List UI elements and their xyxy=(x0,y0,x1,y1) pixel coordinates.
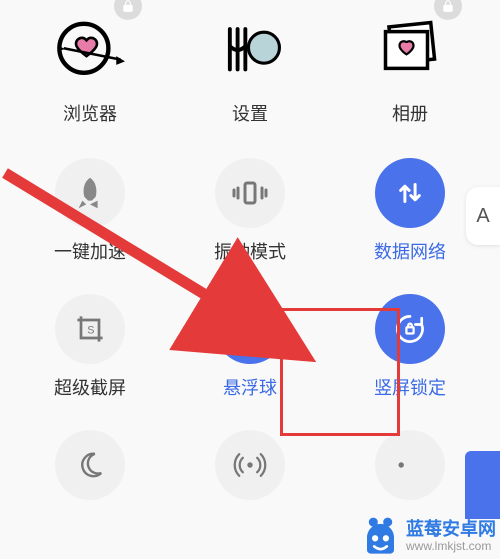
qs-boost[interactable]: 一键加速 xyxy=(15,158,165,264)
heart-arrow-icon xyxy=(55,19,125,81)
qs-hotspot[interactable] xyxy=(175,430,325,500)
lock-icon xyxy=(114,0,142,20)
qs-label: 悬浮球 xyxy=(223,374,277,400)
fork-plate-icon xyxy=(219,19,281,81)
qs-label: 数据网络 xyxy=(374,238,446,264)
watermark: 蓝莓安卓网 www.lmkjst.com xyxy=(358,514,496,559)
watermark-icon xyxy=(358,514,403,559)
qs-vibrate[interactable]: 振动模式 xyxy=(175,158,325,264)
qs-more[interactable] xyxy=(335,430,485,500)
qs-floatball[interactable]: 悬浮球 xyxy=(175,294,325,400)
qs-screenshot[interactable]: S 超级截屏 xyxy=(15,294,165,400)
app-browser[interactable]: 浏览器 xyxy=(15,10,165,126)
rocket-icon xyxy=(55,158,125,228)
crop-icon: S xyxy=(55,294,125,364)
app-label: 设置 xyxy=(232,100,268,126)
vibrate-icon xyxy=(215,158,285,228)
target-icon xyxy=(215,294,285,364)
qs-label: 一键加速 xyxy=(54,238,126,264)
lock-icon xyxy=(434,0,462,20)
app-label: 浏览器 xyxy=(63,100,117,126)
side-panel-tab[interactable] xyxy=(465,451,500,519)
app-settings[interactable]: 设置 xyxy=(175,10,325,126)
qs-label: 超级截屏 xyxy=(54,374,126,400)
qs-label: 竖屏锁定 xyxy=(374,374,446,400)
qs-rotation-lock[interactable]: 竖屏锁定 xyxy=(335,294,485,400)
qs-data[interactable]: 数据网络 xyxy=(335,158,485,264)
quick-settings-grid: 一键加速 振动模式 数据网络 S 超级截屏 悬浮球 竖屏锁定 xyxy=(0,148,500,500)
app-gallery[interactable]: 相册 xyxy=(335,10,485,126)
moon-icon xyxy=(55,430,125,500)
watermark-url: www.lmkjst.com xyxy=(406,540,496,554)
photo-stack-icon xyxy=(375,19,445,81)
hotspot-icon xyxy=(215,430,285,500)
side-button-label: A xyxy=(476,205,489,228)
qs-label: 振动模式 xyxy=(214,238,286,264)
app-label: 相册 xyxy=(392,100,428,126)
svg-text:S: S xyxy=(87,325,94,337)
datalink-icon xyxy=(375,158,445,228)
rotation-lock-icon xyxy=(375,294,445,364)
qs-nightmode[interactable] xyxy=(15,430,165,500)
dots-icon xyxy=(375,430,445,500)
font-size-button[interactable]: A xyxy=(466,187,500,245)
app-row: 浏览器 设置 相册 xyxy=(0,0,500,126)
watermark-title: 蓝莓安卓网 xyxy=(406,519,496,540)
